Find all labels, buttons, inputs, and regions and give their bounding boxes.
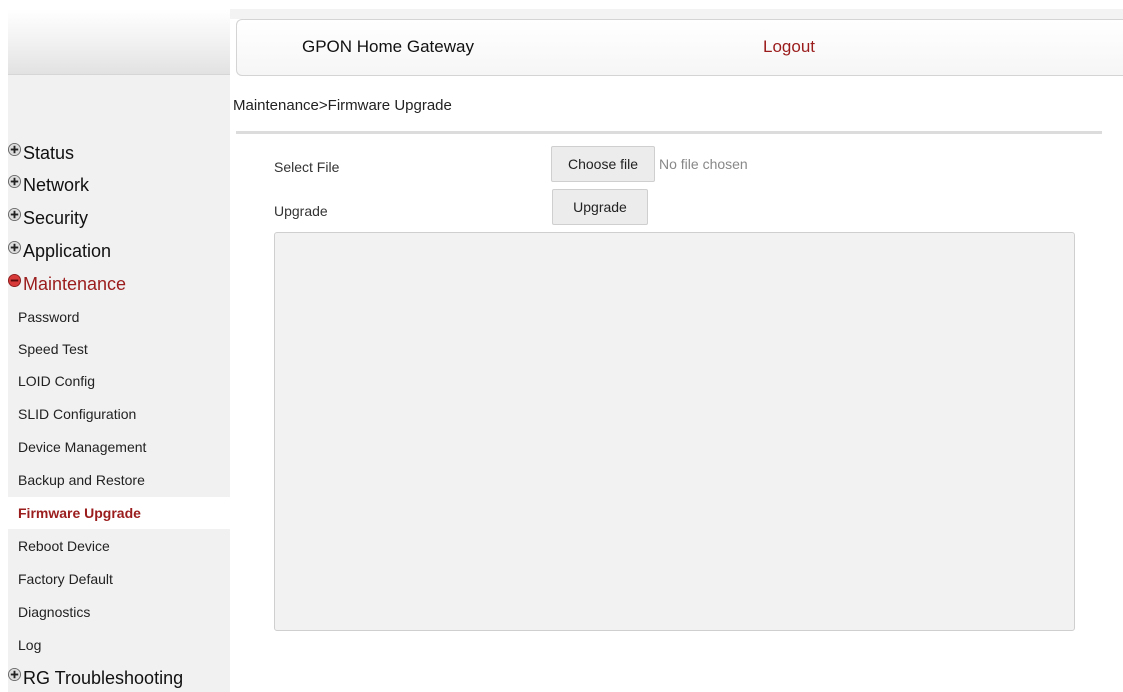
sidebar-menu-label: Security [23,207,89,228]
sidebar-item-loid-config[interactable]: LOID Config [8,365,230,397]
choose-file-button[interactable]: Choose file [551,146,655,182]
minus-circle-icon [8,273,21,287]
sidebar-item-log[interactable]: Log [8,629,230,661]
sidebar-menu-status[interactable]: Status [8,136,230,170]
app-title: GPON Home Gateway [302,37,474,56]
sidebar-menu-security[interactable]: Security [8,201,230,235]
sidebar-menu-maintenance[interactable]: Maintenance [8,267,230,301]
sidebar-item-factory-default[interactable]: Factory Default [8,563,230,595]
sidebar-logo-area [8,9,230,75]
sidebar-item-backup-and-restore[interactable]: Backup and Restore [8,464,230,496]
sidebar-menu-rg-troubleshooting[interactable]: RG Troubleshooting [8,663,230,692]
sidebar-item-speed-test[interactable]: Speed Test [8,333,230,365]
no-file-text: No file chosen [659,156,748,172]
sidebar-menu-label: Maintenance [23,273,127,294]
plus-circle-icon [8,174,21,188]
sidebar-menu-label: Network [23,174,90,195]
sidebar-item-diagnostics[interactable]: Diagnostics [8,596,230,628]
sidebar-item-device-management[interactable]: Device Management [8,431,230,463]
logout-link[interactable]: Logout [763,37,815,57]
breadcrumb: Maintenance>Firmware Upgrade [233,97,452,114]
upgrade-label: Upgrade [274,203,328,219]
sidebar-item-slid-configuration[interactable]: SLID Configuration [8,398,230,430]
upgrade-log-area[interactable] [274,232,1075,631]
plus-circle-icon [8,667,21,681]
sidebar-menu-network[interactable]: Network [8,168,230,202]
sidebar-menu-label: Application [23,240,112,261]
sidebar-menu-application[interactable]: Application [8,234,230,268]
select-file-label: Select File [274,159,340,175]
upgrade-button[interactable]: Upgrade [552,189,648,225]
sidebar-menu-label: RG Troubleshooting [23,667,184,688]
sidebar-item-password[interactable]: Password [8,301,230,333]
sidebar-menu-label: Status [23,142,75,163]
plus-circle-icon [8,142,21,156]
plus-circle-icon [8,207,21,221]
plus-circle-icon [8,240,21,254]
sidebar-item-reboot-device[interactable]: Reboot Device [8,530,230,562]
sidebar-item-firmware-upgrade[interactable]: Firmware Upgrade [8,497,230,529]
header-strip [230,9,1123,19]
divider [236,131,1102,134]
